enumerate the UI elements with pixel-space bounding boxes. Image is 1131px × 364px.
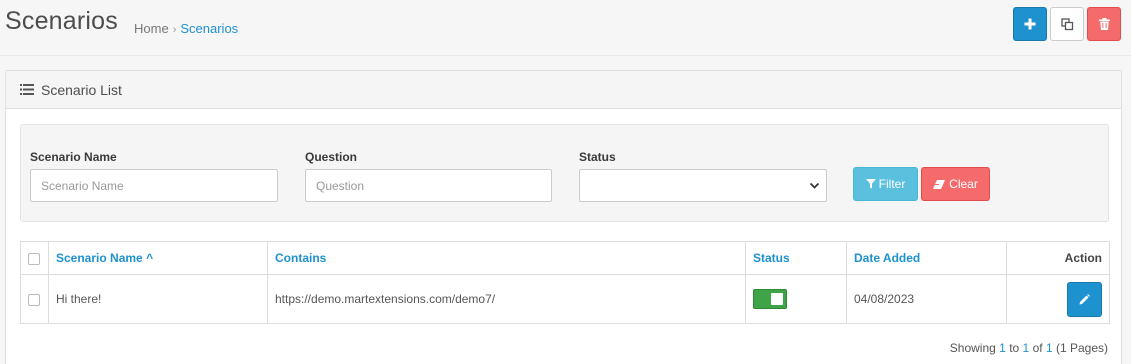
filter-button-label: Filter bbox=[878, 177, 906, 191]
pagination-to: 1 bbox=[1022, 341, 1030, 355]
select-all-checkbox[interactable] bbox=[28, 252, 40, 265]
panel-heading: Scenario List bbox=[6, 71, 1121, 109]
pagination-from: 1 bbox=[999, 341, 1006, 355]
table-header-row: Scenario Name ^ Contains Status Date Add… bbox=[20, 241, 1110, 275]
clear-button-label: Clear bbox=[949, 177, 978, 191]
pencil-icon bbox=[1079, 293, 1090, 304]
row-contains: https://demo.martextensions.com/demo7/ bbox=[267, 274, 746, 324]
funnel-icon bbox=[865, 179, 876, 189]
scenario-name-label: Scenario Name bbox=[30, 150, 117, 164]
scenario-table: Scenario Name ^ Contains Status Date Add… bbox=[20, 241, 1110, 324]
pagination-of-word: of bbox=[1032, 341, 1043, 355]
table-row: Hi there! https://demo.martextensions.co… bbox=[20, 274, 1110, 324]
copy-icon bbox=[1060, 17, 1073, 30]
copy-button[interactable] bbox=[1050, 7, 1084, 41]
column-contains[interactable]: Contains bbox=[267, 241, 746, 275]
status-toggle-knob bbox=[771, 293, 783, 305]
add-button[interactable] bbox=[1013, 7, 1047, 41]
filter-button[interactable]: Filter bbox=[853, 167, 918, 201]
eraser-icon bbox=[933, 179, 946, 189]
row-select-cell bbox=[20, 274, 49, 324]
select-all-cell bbox=[20, 241, 49, 275]
row-status-cell bbox=[745, 274, 847, 324]
status-select[interactable] bbox=[579, 169, 827, 202]
plus-icon bbox=[1024, 18, 1036, 30]
panel-title: Scenario List bbox=[41, 81, 122, 98]
breadcrumb: Home › Scenarios bbox=[134, 21, 238, 36]
breadcrumb-home[interactable]: Home bbox=[134, 21, 169, 36]
page-header: Scenarios Home › Scenarios bbox=[0, 0, 1131, 56]
delete-button[interactable] bbox=[1087, 7, 1121, 41]
edit-button[interactable] bbox=[1067, 281, 1102, 317]
question-input[interactable] bbox=[305, 169, 552, 202]
list-icon bbox=[20, 84, 34, 95]
pagination-to-word: to bbox=[1009, 341, 1020, 355]
column-action: Action bbox=[1006, 241, 1110, 275]
header-actions bbox=[1013, 7, 1121, 41]
clear-button[interactable]: Clear bbox=[921, 167, 990, 201]
scenario-name-input[interactable] bbox=[30, 169, 278, 202]
row-date-added: 04/08/2023 bbox=[846, 274, 1007, 324]
scenario-list-panel: Scenario List Scenario Name Question Sta… bbox=[5, 70, 1122, 364]
page-title: Scenarios bbox=[5, 7, 118, 35]
status-label: Status bbox=[579, 150, 616, 164]
column-date-added[interactable]: Date Added bbox=[846, 241, 1007, 275]
pagination-pages: (1 Pages) bbox=[1055, 341, 1108, 355]
question-label: Question bbox=[305, 150, 358, 164]
pagination-summary: Showing 1 to 1 of 1 (1 Pages) bbox=[950, 341, 1108, 355]
column-status[interactable]: Status bbox=[745, 241, 847, 275]
trash-icon bbox=[1098, 18, 1110, 30]
column-scenario-name[interactable]: Scenario Name ^ bbox=[48, 241, 268, 275]
breadcrumb-separator: › bbox=[172, 24, 177, 36]
breadcrumb-scenarios[interactable]: Scenarios bbox=[180, 21, 238, 36]
row-action-cell bbox=[1006, 274, 1110, 324]
row-scenario-name: Hi there! bbox=[48, 274, 268, 324]
row-checkbox[interactable] bbox=[28, 293, 40, 306]
chevron-down-icon bbox=[809, 182, 820, 189]
pagination-total: 1 bbox=[1045, 341, 1053, 355]
column-scenario-name-label: Scenario Name bbox=[56, 251, 143, 265]
filter-area: Scenario Name Question Status Filter Cle… bbox=[20, 124, 1109, 222]
pagination-prefix: Showing bbox=[949, 341, 996, 355]
status-toggle[interactable] bbox=[753, 289, 787, 309]
sort-ascending-icon: ^ bbox=[146, 251, 154, 265]
